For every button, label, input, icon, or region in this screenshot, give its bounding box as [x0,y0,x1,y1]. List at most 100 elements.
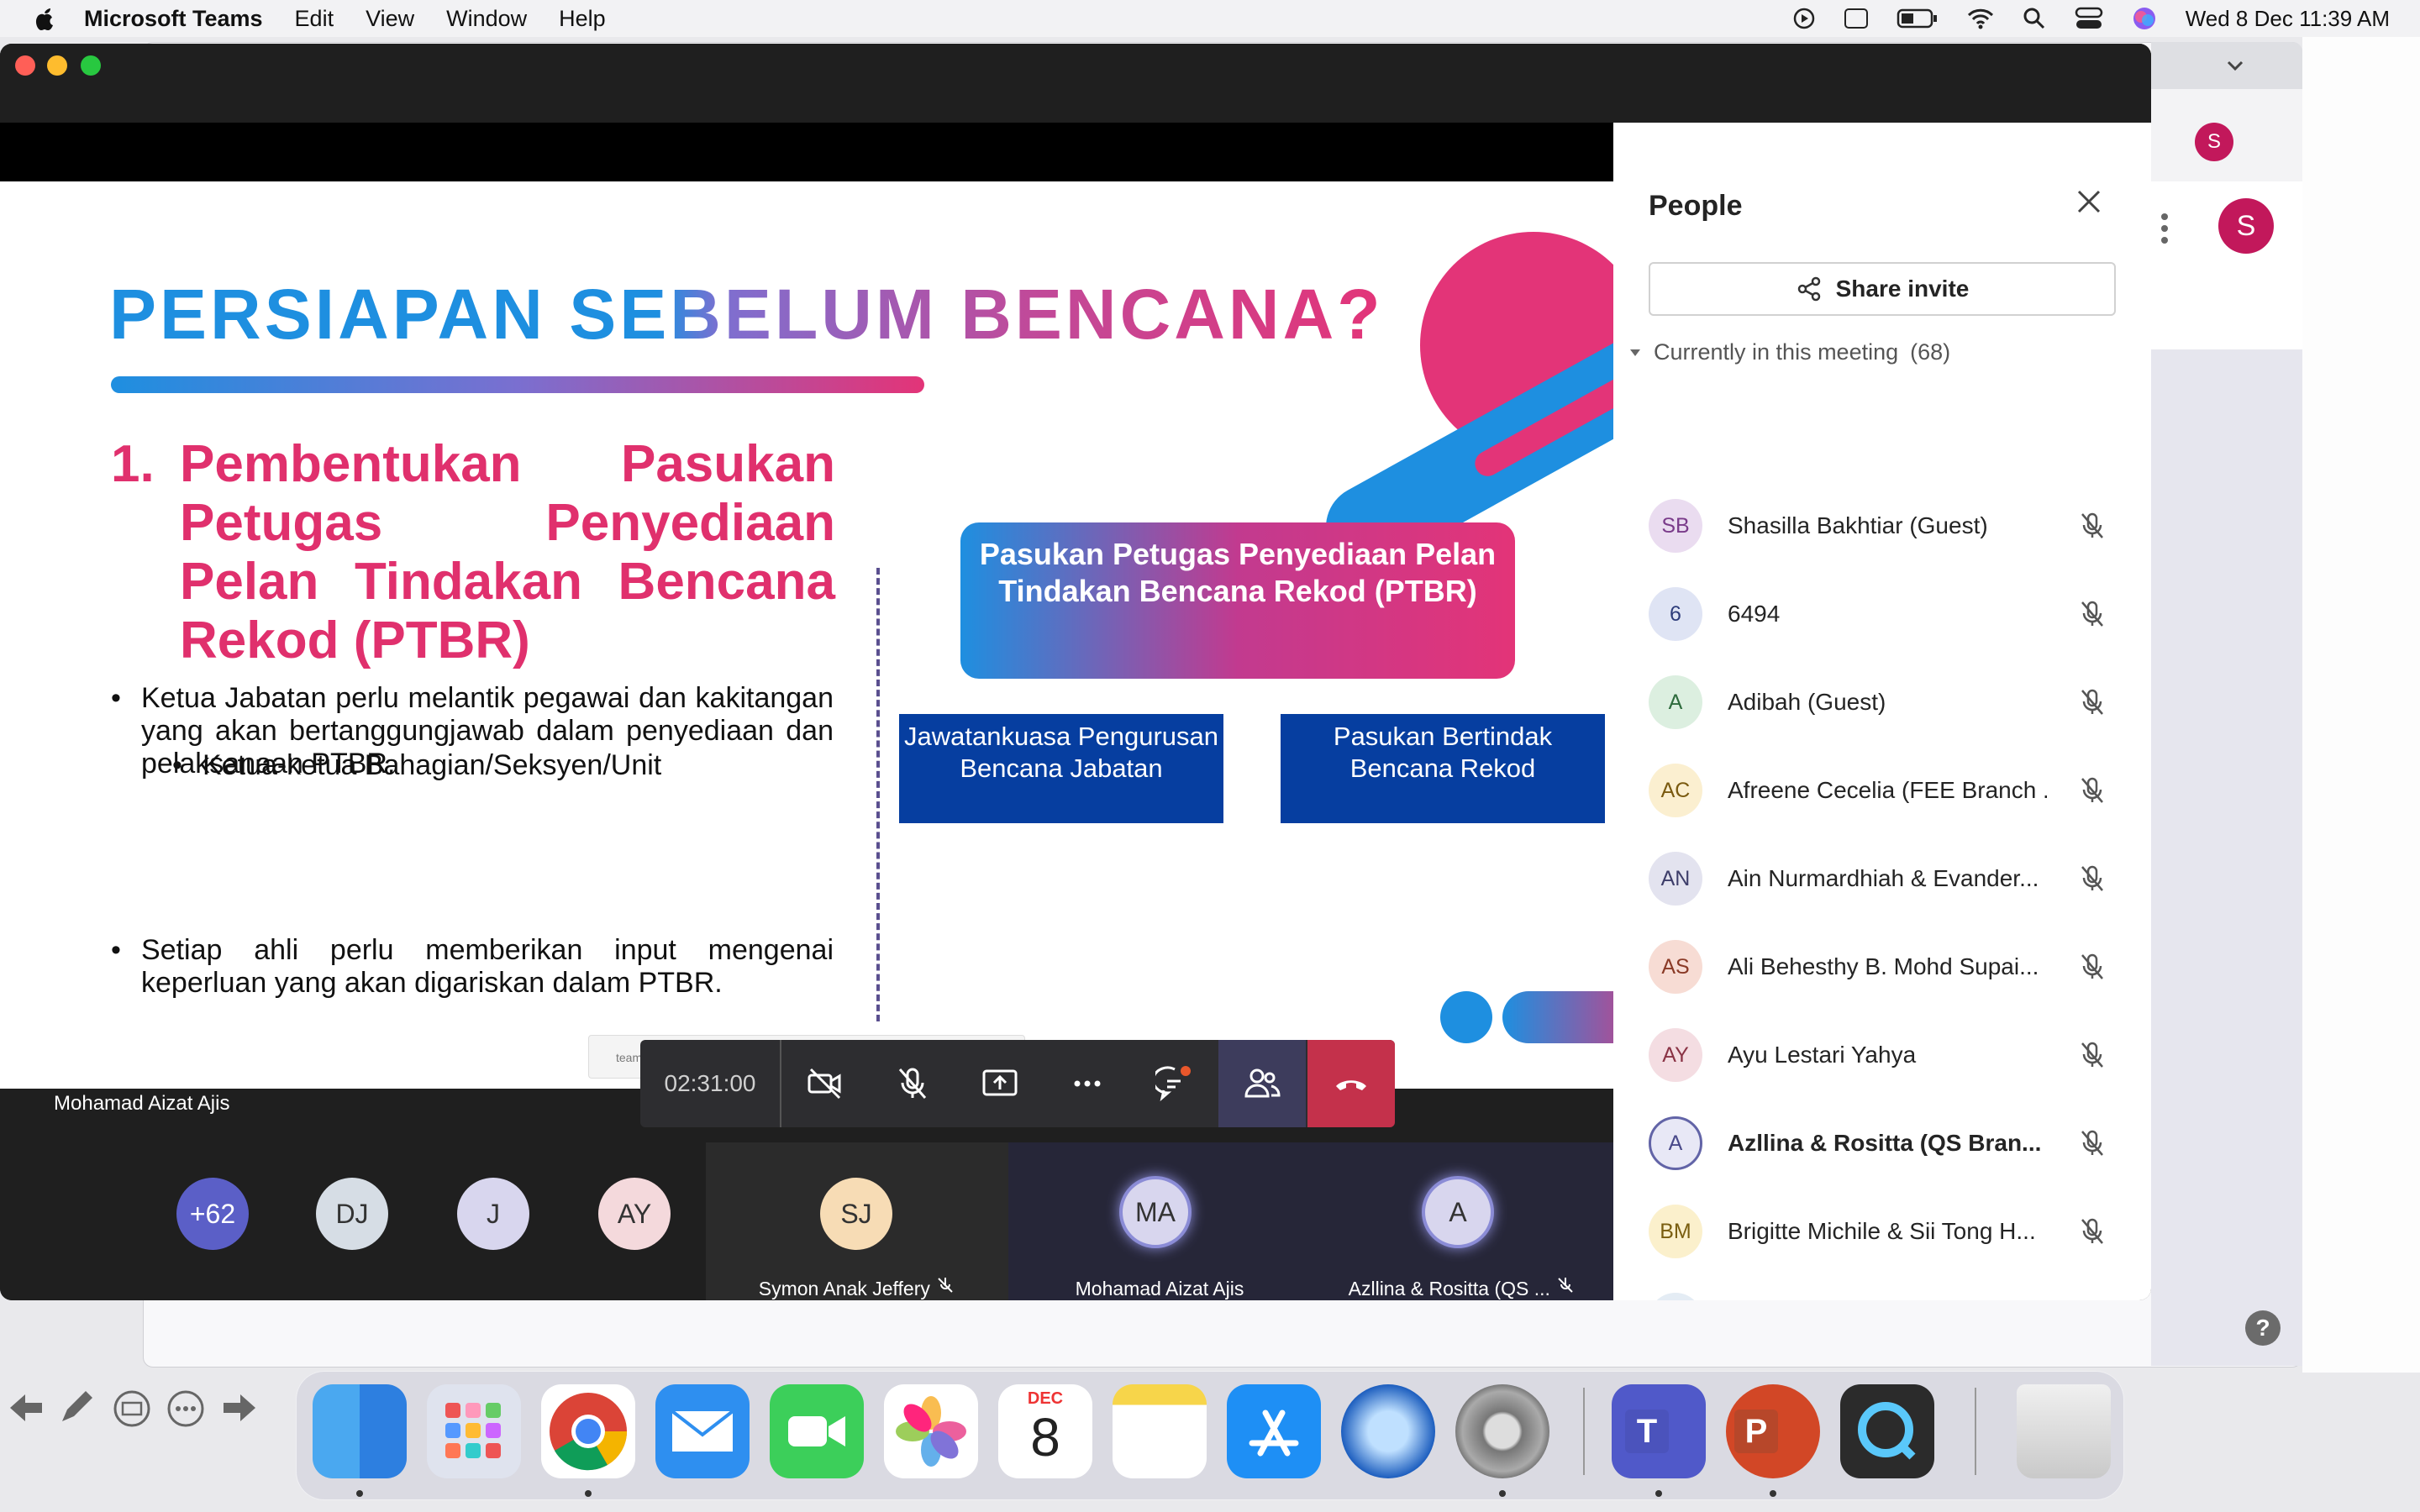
menu-view[interactable]: View [366,6,414,32]
participant-row[interactable]: A Azllina & Rositta (QS Bran... [1649,1103,2119,1184]
calendar-day: 8 [1030,1407,1060,1467]
chat-button[interactable] [1131,1040,1218,1127]
search-icon[interactable] [2023,7,2046,30]
close-window-button[interactable] [15,55,35,76]
apple-icon[interactable] [34,6,55,31]
avatar: AN [1649,852,1702,906]
caret-down-icon [1630,349,1640,356]
participant-row[interactable]: A Adibah (Guest) [1649,662,2119,743]
participant-name: Ali Behesthy B. Mohd Supai... [1728,953,2039,979]
more-vertical-icon[interactable] [2160,212,2170,245]
more-actions-button[interactable] [1044,1040,1131,1127]
zoom-window-button[interactable] [81,55,101,76]
profile-avatar[interactable]: S [2218,198,2274,254]
mic-off-icon[interactable] [2077,1040,2107,1070]
org-box-main: Pasukan Petugas Penyediaan Pelan Tindaka… [960,522,1515,679]
active-speaker-label: Mohamad Aizat Ajis [54,1092,230,1115]
finder-icon[interactable] [313,1384,407,1478]
arrow-left-icon[interactable] [7,1391,45,1425]
participant-row[interactable]: AS Ali Behesthy B. Mohd Supai... [1649,927,2119,1007]
video-tile[interactable]: A Azllina & Rositta (QS ... [1311,1142,1613,1300]
clock[interactable]: Wed 8 Dec 11:39 AM [2186,6,2390,32]
overflow-participants[interactable]: +62 [176,1178,249,1250]
participant-row[interactable]: BM Brigitte Michile & Sii Tong H... [1649,1191,2119,1272]
mic-off-icon[interactable] [2077,599,2107,629]
mic-off-icon [938,1278,953,1293]
calendar-icon[interactable]: DEC 8 [998,1384,1092,1478]
help-button[interactable]: ? [2245,1310,2281,1346]
mic-off-icon[interactable] [2077,864,2107,894]
mic-button[interactable] [869,1040,956,1127]
decor-dot [1440,991,1492,1043]
avatar: BM [1649,1205,1702,1258]
video-tile[interactable]: MA Mohamad Aizat Ajis [1008,1142,1311,1300]
arrow-right-icon[interactable] [220,1391,259,1425]
camera-button[interactable] [781,1040,869,1127]
running-indicator [1499,1490,1506,1497]
avatar[interactable]: DJ [316,1178,388,1250]
launchpad-icon[interactable] [427,1384,521,1478]
profile-avatar-small[interactable]: S [2195,123,2233,161]
menu-edit[interactable]: Edit [295,6,334,32]
share-invite-button[interactable]: Share invite [1649,262,2116,316]
mic-off-icon[interactable] [2077,1128,2107,1158]
minimize-window-button[interactable] [47,55,67,76]
photos-icon[interactable] [884,1384,978,1478]
close-icon[interactable] [2074,186,2104,217]
menu-help[interactable]: Help [559,6,606,32]
call-controls: 02:31:00 [640,1040,1395,1127]
leave-call-button[interactable] [1307,1040,1395,1127]
subtitles-icon[interactable] [113,1389,151,1428]
wifi-icon[interactable] [1967,8,1994,29]
chat-icon [1155,1066,1191,1102]
dock-separator [1975,1388,1976,1475]
facetime-icon[interactable] [770,1384,864,1478]
share-button[interactable] [956,1040,1044,1127]
participant-row[interactable]: 6 6494 [1649,574,2119,654]
app-store-icon[interactable] [1227,1384,1321,1478]
participant-row[interactable]: SCCandida,Syaimaa,Hafizah (G... [1649,1279,2119,1300]
mic-off-icon[interactable] [2077,1216,2107,1247]
screen-mirroring-icon[interactable] [1844,8,1868,29]
participant-name: Afreene Cecelia (FEE Branch ... [1728,777,2047,803]
thunderbird-icon[interactable] [1341,1384,1435,1478]
more-options-icon[interactable] [166,1389,205,1428]
participants-button[interactable] [1218,1040,1306,1127]
play-icon[interactable] [1792,7,1816,30]
mic-off-icon[interactable] [2077,511,2107,541]
teams-icon[interactable]: T [1612,1384,1706,1478]
panel-title: People [1649,190,1743,222]
quicktime-icon[interactable] [1840,1384,1934,1478]
running-indicator [585,1490,592,1497]
avatar[interactable]: AY [598,1178,671,1250]
control-center-icon[interactable] [2075,7,2103,30]
menu-window[interactable]: Window [446,6,527,32]
background-content [2151,349,2302,1366]
share-screen-icon [982,1069,1018,1096]
pen-icon[interactable] [55,1386,97,1428]
video-tile[interactable]: SJ Symon Anak Jeffery [706,1142,1008,1300]
battery-icon[interactable] [1897,8,1939,29]
slide-title: PERSIAPAN SEBELUM BENCANA? [109,275,1384,354]
mic-off-icon[interactable] [2077,775,2107,806]
participant-row[interactable]: AY Ayu Lestari Yahya [1649,1015,2119,1095]
mic-off-icon[interactable] [2077,687,2107,717]
meeting-section-header[interactable]: Currently in this meeting (68) [1628,339,1950,365]
notes-icon[interactable] [1113,1384,1207,1478]
status-area: Wed 8 Dec 11:39 AM [1792,0,2390,37]
avatar[interactable]: J [457,1178,529,1250]
menu-app-name[interactable]: Microsoft Teams [84,6,263,32]
trash-icon[interactable] [2017,1384,2111,1478]
system-preferences-icon[interactable] [1455,1384,1549,1478]
participant-row[interactable]: SB Shasilla Bakhtiar (Guest) [1649,486,2119,566]
chevron-down-icon[interactable] [2225,55,2245,76]
org-box-committee: Jawatankuasa Pengurusan Bencana Jabatan [899,714,1223,823]
stage-top-band [0,123,1613,181]
chrome-icon[interactable] [541,1384,635,1478]
powerpoint-icon[interactable]: P [1726,1384,1820,1478]
mail-icon[interactable] [655,1384,750,1478]
siri-icon[interactable] [2132,6,2157,31]
mic-off-icon[interactable] [2077,952,2107,982]
participant-row[interactable]: AN Ain Nurmardhiah & Evander... [1649,838,2119,919]
participant-row[interactable]: AC Afreene Cecelia (FEE Branch ... [1649,750,2119,831]
